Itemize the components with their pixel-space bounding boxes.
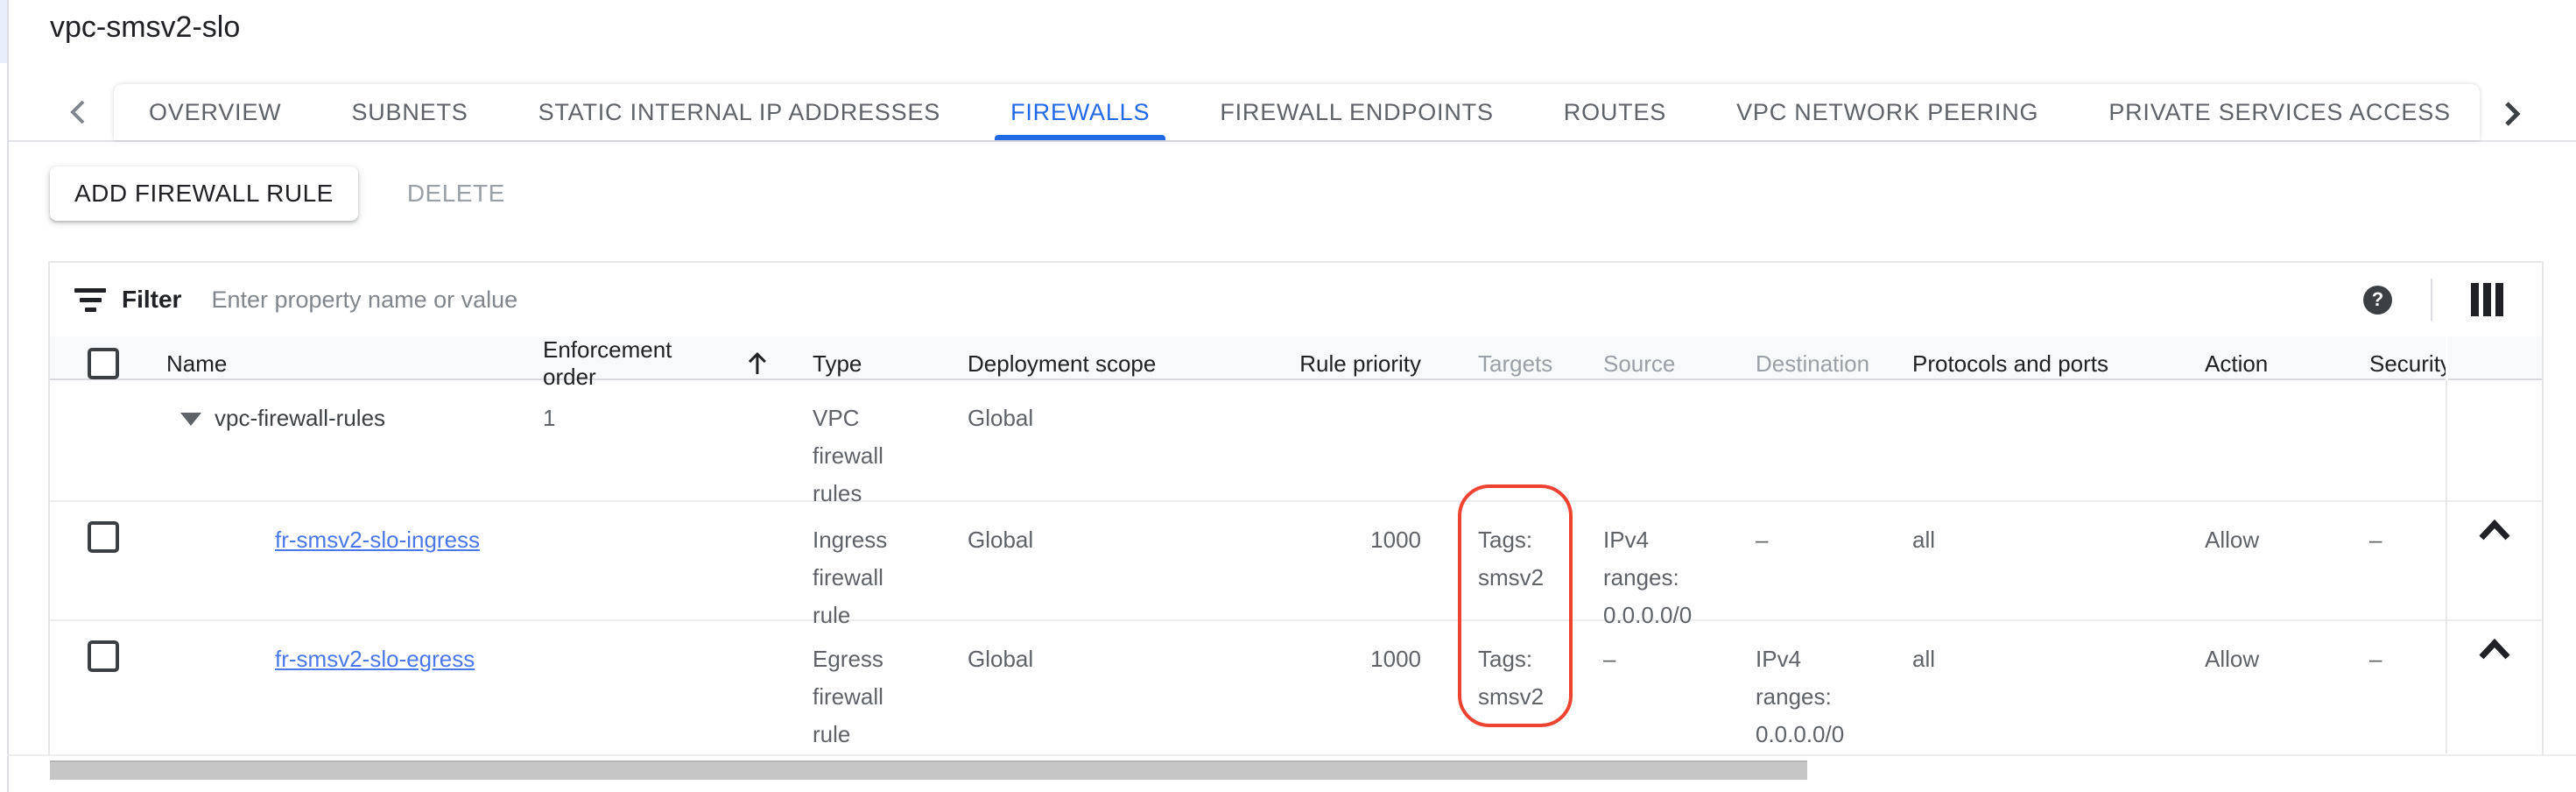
cell-deployment-scope: Global [959,502,1230,634]
cell-targets [1436,380,1598,513]
cell-security: – [2355,502,2446,634]
cell-destination-text: IPv4 ranges: 0.0.0.0/0 [1756,640,1855,753]
left-accent-bar [0,0,7,63]
cell-pinned [2446,621,2542,753]
table-row-ingress-rule: fr-smsv2-slo-ingress Ingress firewall ru… [50,502,2542,621]
chevron-right-icon [2498,96,2524,131]
cell-deployment-scope: Global [959,380,1230,513]
tab-subnets[interactable]: SUBNETS [316,84,503,140]
cell-rule-priority [1230,380,1436,513]
cell-source-text: IPv4 ranges: 0.0.0.0/0 [1603,521,1702,634]
group-name: vpc-firewall-rules [215,405,385,431]
collapse-row-button[interactable] [2475,635,2514,675]
collapse-row-button[interactable] [2475,516,2514,555]
cell-name: fr-smsv2-slo-egress [162,621,538,753]
tab-private-services-access[interactable]: PRIVATE SERVICES ACCESS [2073,84,2480,140]
cell-select [50,502,162,634]
cell-type: Ingress firewall rule [771,502,959,634]
sort-ascending-icon [744,350,771,378]
row-checkbox[interactable] [88,640,119,672]
cell-type-text: VPC firewall rules [813,400,911,513]
cell-pinned [2446,380,2542,513]
cell-enforcement-order [538,621,771,753]
vpc-network-details-page: vpc-smsv2-slo OVERVIEW SUBNETS STATIC IN… [0,0,2576,792]
cell-name: vpc-firewall-rules [162,380,538,513]
chevron-left-icon [66,95,92,130]
chevron-up-icon [2475,516,2514,544]
cell-security: – [2355,621,2446,753]
cell-rule-priority: 1000 [1230,621,1436,753]
row-checkbox[interactable] [88,521,119,553]
firewall-rule-link[interactable]: fr-smsv2-slo-ingress [275,527,480,553]
tab-bar: OVERVIEW SUBNETS STATIC INTERNAL IP ADDR… [9,84,2576,142]
tab-overview[interactable]: OVERVIEW [114,84,316,140]
cell-type-text: Ingress firewall rule [813,521,911,634]
tab-vpc-network-peering[interactable]: VPC NETWORK PEERING [1701,84,2073,140]
table-actions: ADD FIREWALL RULE DELETE [50,166,519,221]
cell-source [1598,380,1751,513]
tab-routes[interactable]: ROUTES [1529,84,1701,140]
tabs-strip: OVERVIEW SUBNETS STATIC INTERNAL IP ADDR… [114,84,2480,140]
add-firewall-rule-button[interactable]: ADD FIREWALL RULE [50,166,358,221]
cell-enforcement-order [538,502,771,634]
cell-source: IPv4 ranges: 0.0.0.0/0 [1598,502,1751,634]
tab-static-internal-ip-addresses[interactable]: STATIC INTERNAL IP ADDRESSES [503,84,976,140]
cell-pinned [2446,502,2542,634]
cell-action: Allow [2189,502,2355,634]
cell-security [2355,380,2446,513]
filter-label: Filter [122,286,181,314]
tabs-scroll-right-button[interactable] [2485,93,2537,135]
cell-name: fr-smsv2-slo-ingress [162,502,538,634]
cell-deployment-scope: Global [959,621,1230,753]
cell-targets: Tags: smsv2 [1436,502,1598,634]
table-row-group: vpc-firewall-rules 1 VPC firewall rules … [50,380,2542,502]
page-title: vpc-smsv2-slo [50,11,240,45]
tabs-scroll-left-button[interactable] [44,84,114,140]
cell-targets-text: Tags: smsv2 [1478,521,1577,597]
cell-rule-priority: 1000 [1230,502,1436,634]
filter-input[interactable] [209,286,2363,315]
bottom-divider [7,754,2576,756]
cell-action [2189,380,2355,513]
cell-protocols: all [1900,502,2189,634]
delete-button[interactable]: DELETE [393,166,519,221]
firewall-rule-link[interactable]: fr-smsv2-slo-egress [275,646,475,672]
table-row-egress-rule: fr-smsv2-slo-egress Egress firewall rule… [50,621,2542,751]
cell-source-text: – [1603,640,1615,678]
cell-targets: Tags: smsv2 [1436,621,1598,753]
select-all-checkbox[interactable] [88,348,119,379]
cell-destination [1751,380,1900,513]
filter-toolbar: Filter ? [50,263,2542,336]
cell-type: VPC firewall rules [771,380,959,513]
firewall-rules-card: Filter ? Name Enforcement order Type Dep… [48,261,2544,756]
column-display-options-icon[interactable] [2471,283,2503,316]
cell-targets-text: Tags: smsv2 [1478,640,1577,716]
cell-select [50,380,162,513]
cell-type-text: Egress firewall rule [813,640,911,753]
tab-firewalls[interactable]: FIREWALLS [975,84,1185,140]
tab-firewall-endpoints[interactable]: FIREWALL ENDPOINTS [1185,84,1528,140]
cell-type: Egress firewall rule [771,621,959,753]
cell-destination: – [1751,502,1900,634]
cell-select [50,621,162,753]
triangle-down-icon[interactable] [180,413,201,426]
cell-destination-text: – [1756,521,1768,559]
chevron-up-icon [2475,635,2514,663]
cell-source: – [1598,621,1751,753]
horizontal-scrollbar-thumb[interactable] [50,760,1807,780]
toolbar-divider [2431,279,2432,321]
table-header-row: Name Enforcement order Type Deployment s… [50,336,2542,380]
cell-protocols [1900,380,2189,513]
cell-action: Allow [2189,621,2355,753]
cell-protocols: all [1900,621,2189,753]
cell-enforcement-order: 1 [538,380,771,513]
filter-icon [73,288,108,312]
help-icon[interactable]: ? [2363,286,2392,315]
cell-destination: IPv4 ranges: 0.0.0.0/0 [1751,621,1900,753]
